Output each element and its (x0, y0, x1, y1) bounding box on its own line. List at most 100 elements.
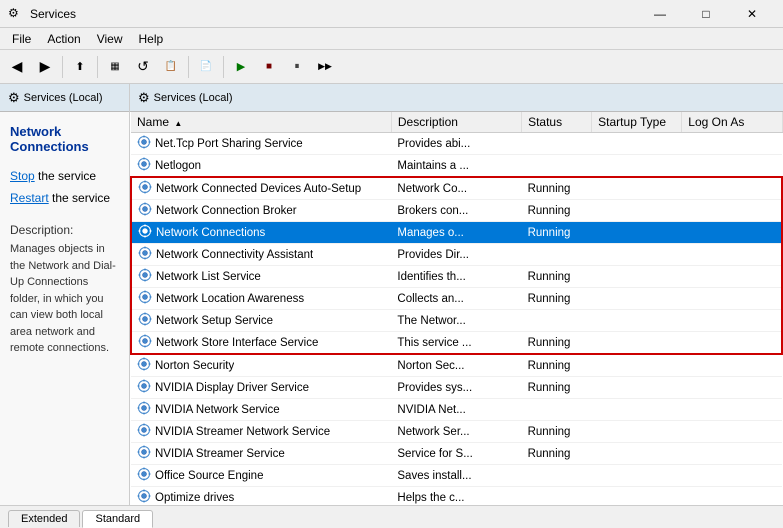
toolbar-separator-4 (223, 56, 224, 78)
table-row[interactable]: Optimize drivesHelps the c... (131, 487, 782, 506)
col-logon-header[interactable]: Log On As (682, 112, 782, 133)
back-button[interactable]: ◀ (4, 54, 30, 80)
service-logon-cell (682, 399, 782, 421)
service-logon-cell (682, 421, 782, 443)
service-name-cell: Network Location Awareness (132, 288, 390, 309)
service-name-text: Network Connected Devices Auto-Setup (156, 183, 361, 195)
service-name-text: Norton Security (155, 360, 234, 372)
service-name-cell: NVIDIA Streamer Network Service (131, 421, 389, 442)
service-logon-cell (682, 465, 782, 487)
service-status-cell: Running (522, 200, 592, 222)
service-icon (137, 489, 151, 505)
service-desc-cell: Helps the c... (391, 487, 521, 506)
start-service-button[interactable]: ▶ (228, 54, 254, 80)
service-name-cell: Norton Security (131, 355, 389, 376)
table-row[interactable]: Network Setup ServiceThe Networ... (131, 310, 782, 332)
service-desc-cell: Collects an... (391, 288, 521, 310)
stop-link[interactable]: Stop (10, 169, 35, 183)
service-desc-cell: Network Ser... (391, 421, 521, 443)
service-status-cell: Running (522, 177, 592, 200)
service-desc-cell: Provides sys... (391, 377, 521, 399)
service-starttype-cell (592, 288, 682, 310)
service-name-cell: Network Connections (132, 222, 390, 243)
toolbar-separator-3 (188, 56, 189, 78)
table-row[interactable]: Network Store Interface Service This serv… (131, 332, 782, 355)
services-table-container[interactable]: Name ▲ Description Status Startup Type L… (130, 112, 783, 505)
table-row[interactable]: Network Connectivity AssistantProvides D… (131, 244, 782, 266)
main-container: ⚙ Services (Local) Network Connections S… (0, 84, 783, 505)
service-status-cell: Running (522, 288, 592, 310)
service-name-cell: Netlogon (131, 155, 389, 176)
service-name-text: Network Store Interface Service (156, 337, 318, 349)
service-starttype-cell (592, 200, 682, 222)
service-logon-cell (682, 133, 782, 155)
menu-help[interactable]: Help (131, 30, 172, 48)
service-name-cell: Network List Service (132, 266, 390, 287)
properties-button[interactable]: 📄 (193, 54, 219, 80)
pause-service-button[interactable]: ⏸ (284, 54, 310, 80)
table-row[interactable]: Network Location AwarenessCollects an...… (131, 288, 782, 310)
service-icon (137, 379, 151, 396)
table-row[interactable]: Net.Tcp Port Sharing ServiceProvides abi… (131, 133, 782, 155)
table-row[interactable]: NVIDIA Display Driver ServiceProvides sy… (131, 377, 782, 399)
table-row[interactable]: NVIDIA Streamer Network ServiceNetwork S… (131, 421, 782, 443)
service-desc-cell: Network Co... (391, 177, 521, 200)
service-name-text: Network Connection Broker (156, 205, 297, 217)
menu-view[interactable]: View (89, 30, 131, 48)
minimize-button[interactable]: — (637, 0, 683, 28)
service-starttype-cell (592, 421, 682, 443)
table-row[interactable]: NVIDIA Streamer ServiceService for S...R… (131, 443, 782, 465)
col-starttype-header[interactable]: Startup Type (592, 112, 682, 133)
service-desc-cell: This service ... (391, 332, 521, 355)
service-icon (138, 246, 152, 263)
table-row[interactable]: Network ConnectionsManages o...Running (131, 222, 782, 244)
service-icon (137, 467, 151, 484)
table-row[interactable]: Network Connected Devices Auto-Setup Netw… (131, 177, 782, 200)
table-row[interactable]: Norton SecurityNorton Sec...Running (131, 354, 782, 377)
description-text: Manages objects in the Network and Dial-… (10, 241, 119, 357)
up-button[interactable]: ⬆ (67, 54, 93, 80)
service-icon (138, 268, 152, 285)
service-desc-cell: NVIDIA Net... (391, 399, 521, 421)
service-status-cell: Running (522, 443, 592, 465)
close-button[interactable]: ✕ (729, 0, 775, 28)
table-row[interactable]: NetlogonMaintains a ... (131, 155, 782, 178)
tab-extended[interactable]: Extended (8, 510, 80, 527)
export-button[interactable]: 📋 (158, 54, 184, 80)
service-icon (138, 202, 152, 219)
service-icon (137, 423, 151, 440)
tab-standard[interactable]: Standard (82, 510, 153, 528)
service-icon (137, 135, 151, 152)
service-logon-cell (682, 443, 782, 465)
service-name-cell: NVIDIA Network Service (131, 399, 389, 420)
service-icon (138, 224, 152, 241)
forward-button[interactable]: ▶ (32, 54, 58, 80)
service-name-text: Network List Service (156, 271, 261, 283)
menu-action[interactable]: Action (39, 30, 88, 48)
service-status-cell: Running (522, 354, 592, 377)
restart-link[interactable]: Restart (10, 191, 49, 205)
service-name-text: Office Source Engine (155, 470, 263, 482)
service-starttype-cell (592, 155, 682, 178)
restart-service-button[interactable]: ▶▶ (312, 54, 338, 80)
table-row[interactable]: Office Source EngineSaves install... (131, 465, 782, 487)
table-row[interactable]: NVIDIA Network ServiceNVIDIA Net... (131, 399, 782, 421)
service-starttype-cell (592, 332, 682, 355)
title-bar-controls: — □ ✕ (637, 0, 775, 28)
service-name-text: Net.Tcp Port Sharing Service (155, 138, 303, 150)
table-row[interactable]: Network List ServiceIdentifies th...Runn… (131, 266, 782, 288)
col-status-header[interactable]: Status (522, 112, 592, 133)
table-row[interactable]: Network Connection BrokerBrokers con...R… (131, 200, 782, 222)
service-logon-cell (682, 266, 782, 288)
app-icon: ⚙ (8, 6, 24, 22)
maximize-button[interactable]: □ (683, 0, 729, 28)
menu-file[interactable]: File (4, 30, 39, 48)
stop-service-button[interactable]: ■ (256, 54, 282, 80)
col-desc-header[interactable]: Description (391, 112, 521, 133)
left-panel: ⚙ Services (Local) Network Connections S… (0, 84, 130, 505)
col-name-header[interactable]: Name ▲ (131, 112, 391, 133)
refresh-button[interactable]: ↺ (130, 54, 156, 80)
show-hide-button[interactable]: ▦ (102, 54, 128, 80)
restart-text: the service (49, 191, 110, 205)
service-starttype-cell (592, 133, 682, 155)
